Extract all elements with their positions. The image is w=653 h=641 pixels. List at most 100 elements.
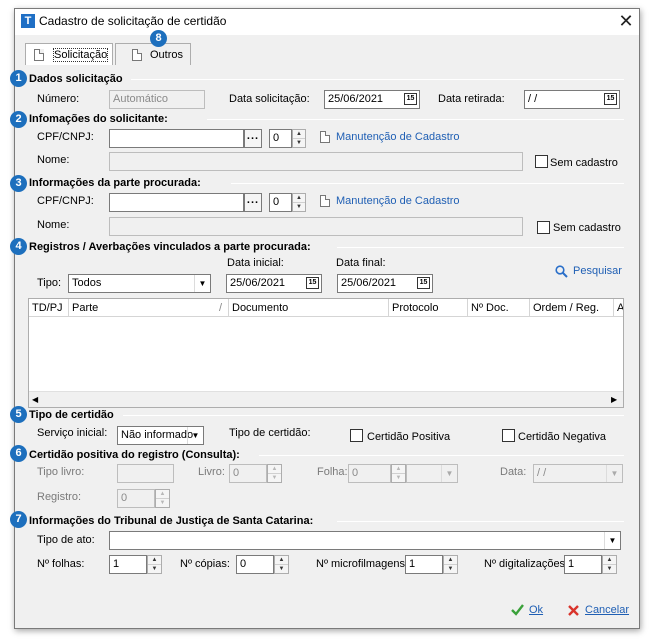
numero-field[interactable]: Automático <box>109 90 205 109</box>
pesquisar-button[interactable]: Pesquisar <box>555 264 625 280</box>
tipo-select[interactable]: Todos ▼ <box>68 274 211 293</box>
cpf-lookup-button[interactable]: ... <box>244 129 262 148</box>
calendar-icon[interactable]: 15 <box>417 277 430 289</box>
spin-down-icon[interactable]: ▼ <box>148 565 161 574</box>
certidao-negativa-checkbox[interactable] <box>502 429 515 442</box>
chevron-down-icon[interactable]: ▼ <box>187 427 203 444</box>
section-title-positiva: Certidão positiva do registro (Consulta)… <box>29 449 240 461</box>
nome-field[interactable] <box>109 152 523 171</box>
column-header[interactable]: A <box>614 299 623 317</box>
microfilmagens-spinner[interactable]: ▲ ▼ <box>443 555 458 574</box>
scroll-left-icon[interactable]: ◀ <box>32 395 38 404</box>
folha-spinner[interactable]: ▲ ▼ <box>391 464 406 483</box>
registro-spinner[interactable]: ▲ ▼ <box>155 489 170 508</box>
spin-up-icon[interactable]: ▲ <box>293 130 305 139</box>
calendar-icon[interactable]: 15 <box>404 93 417 105</box>
data-value: / / <box>537 467 547 479</box>
chevron-down-icon[interactable]: ▼ <box>194 275 210 292</box>
spin-up-icon[interactable]: ▲ <box>275 556 288 565</box>
chevron-down-icon[interactable]: ▼ <box>441 465 457 482</box>
digitalizacoes-label: Nº digitalizações: <box>484 558 569 570</box>
spin-down-icon[interactable]: ▼ <box>268 474 281 483</box>
digitalizacoes-spinner[interactable]: ▲ ▼ <box>602 555 617 574</box>
parte-sem-cadastro-checkbox[interactable] <box>537 221 550 234</box>
cpf-field[interactable] <box>109 129 244 148</box>
data-select[interactable]: / / ▼ <box>533 464 623 483</box>
spin-up-icon[interactable]: ▲ <box>156 490 169 499</box>
badge-5: 5 <box>10 406 27 423</box>
tab-outros[interactable]: Outros <box>115 43 191 65</box>
parte-cpf-index-spinner[interactable]: ▲ ▼ <box>292 193 306 212</box>
ok-button[interactable]: Ok <box>511 602 551 620</box>
folhas-field[interactable]: 1 <box>109 555 147 574</box>
certidao-positiva-checkbox[interactable] <box>350 429 363 442</box>
manutencao-cadastro-link[interactable]: Manutenção de Cadastro <box>336 131 460 143</box>
parte-cpf-field[interactable] <box>109 193 244 212</box>
chevron-down-icon[interactable]: ▼ <box>606 465 622 482</box>
livro-field[interactable]: 0 <box>229 464 267 483</box>
copias-field[interactable]: 0 <box>236 555 274 574</box>
certidao-positiva-label: Certidão Positiva <box>367 431 451 443</box>
microfilmagens-field[interactable]: 1 <box>405 555 443 574</box>
sem-cadastro-checkbox[interactable] <box>535 155 548 168</box>
spin-down-icon[interactable]: ▼ <box>293 139 305 148</box>
livro-label: Livro: <box>198 466 225 478</box>
manutencao-cadastro-link[interactable]: Manutenção de Cadastro <box>336 195 460 207</box>
data-solicitacao-value: 25/06/2021 <box>328 93 384 105</box>
data-final-field[interactable]: 25/06/2021 15 <box>337 274 433 293</box>
spin-up-icon[interactable]: ▲ <box>392 465 405 474</box>
column-header[interactable]: Ordem / Reg. <box>530 299 614 317</box>
spin-down-icon[interactable]: ▼ <box>293 203 305 212</box>
spin-up-icon[interactable]: ▲ <box>293 194 305 203</box>
folha-field[interactable]: 0 <box>348 464 391 483</box>
spin-up-icon[interactable]: ▲ <box>444 556 457 565</box>
registro-field[interactable]: 0 <box>117 489 155 508</box>
nome-label: Nome: <box>37 154 70 166</box>
chevron-down-icon[interactable]: ▼ <box>604 532 620 549</box>
spin-down-icon[interactable]: ▼ <box>392 474 405 483</box>
calendar-icon[interactable]: 15 <box>604 93 617 105</box>
document-icon <box>320 195 330 207</box>
spin-up-icon[interactable]: ▲ <box>148 556 161 565</box>
column-header[interactable]: Protocolo <box>389 299 468 317</box>
tab-solicitacao[interactable]: Solicitação <box>25 43 113 65</box>
servico-inicial-select[interactable]: Não informado ▼ <box>117 426 204 445</box>
column-header[interactable]: TD/PJ <box>29 299 69 317</box>
column-header[interactable]: Nº Doc. <box>468 299 530 317</box>
spin-up-icon[interactable]: ▲ <box>268 465 281 474</box>
horizontal-scrollbar[interactable]: ◀ ▶ <box>29 391 623 407</box>
sort-icon: / <box>218 302 222 314</box>
column-header[interactable]: Documento <box>229 299 389 317</box>
spin-up-icon[interactable]: ▲ <box>603 556 616 565</box>
cpf-index-spinner[interactable]: ▲ ▼ <box>292 129 306 148</box>
data-inicial-field[interactable]: 25/06/2021 15 <box>226 274 322 293</box>
tipo-livro-field[interactable] <box>117 464 174 483</box>
spin-down-icon[interactable]: ▼ <box>444 565 457 574</box>
close-icon[interactable]: ✕ <box>615 10 637 32</box>
parte-cpf-index-field[interactable]: 0 <box>269 193 292 212</box>
column-header[interactable]: Parte / <box>69 299 229 317</box>
spin-down-icon[interactable]: ▼ <box>603 565 616 574</box>
parte-cpf-lookup-button[interactable]: ... <box>244 193 262 212</box>
badge-7: 7 <box>10 511 27 528</box>
divider <box>123 415 624 416</box>
cpf-index-field[interactable]: 0 <box>269 129 292 148</box>
spin-down-icon[interactable]: ▼ <box>275 565 288 574</box>
badge-3: 3 <box>10 175 27 192</box>
livro-spinner[interactable]: ▲ ▼ <box>267 464 282 483</box>
data-retirada-field[interactable]: / / 15 <box>524 90 620 109</box>
folha-lado-select[interactable]: ▼ <box>406 464 458 483</box>
calendar-icon[interactable]: 15 <box>306 277 319 289</box>
folhas-spinner[interactable]: ▲ ▼ <box>147 555 162 574</box>
tipo-ato-select[interactable]: ▼ <box>109 531 621 550</box>
spin-down-icon[interactable]: ▼ <box>156 499 169 508</box>
cancelar-button[interactable]: Cancelar <box>568 602 638 620</box>
badge-6: 6 <box>10 445 27 462</box>
scroll-right-icon[interactable]: ▶ <box>611 395 617 404</box>
parte-nome-field[interactable] <box>109 217 523 236</box>
digitalizacoes-field[interactable]: 1 <box>564 555 602 574</box>
copias-spinner[interactable]: ▲ ▼ <box>274 555 289 574</box>
data-retirada-label: Data retirada: <box>438 93 505 105</box>
data-solicitacao-field[interactable]: 25/06/2021 15 <box>324 90 420 109</box>
registros-grid[interactable]: TD/PJ Parte / Documento Protocolo Nº Doc… <box>28 298 624 408</box>
